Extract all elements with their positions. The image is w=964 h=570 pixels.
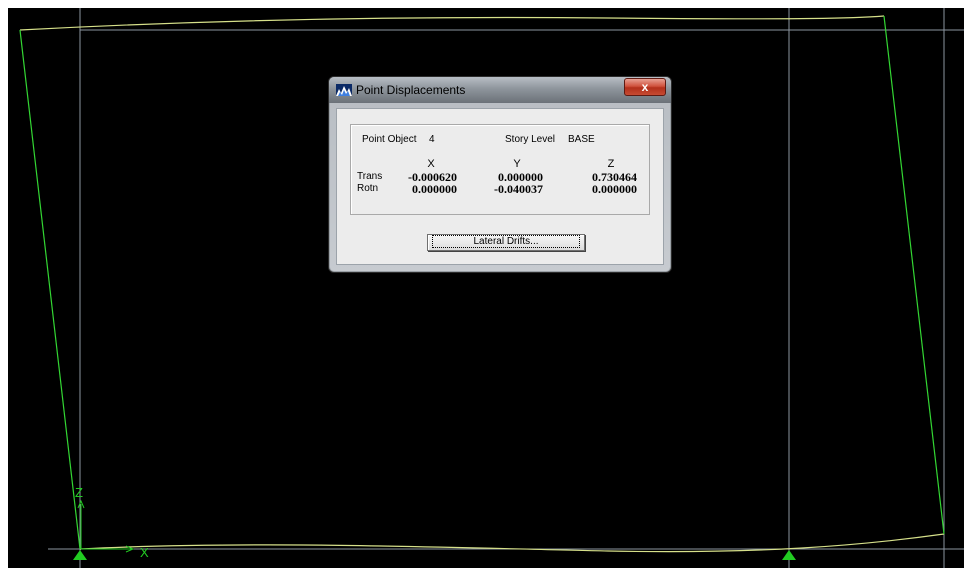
rotn-z-value: 0.000000 bbox=[592, 182, 637, 196]
trans-row-label: Trans bbox=[357, 171, 383, 182]
deformed-left-column bbox=[19, 29, 81, 550]
point-object-label: Point Object bbox=[362, 134, 417, 145]
dialog-title: Point Displacements bbox=[356, 83, 466, 97]
rotn-y-value: -0.040037 bbox=[494, 182, 543, 196]
dialog-body: Point Object 4 Story Level BASE X Y Z Tr… bbox=[336, 108, 664, 265]
lateral-drifts-button[interactable]: Lateral Drifts... bbox=[427, 234, 585, 251]
z-axis-label: Z bbox=[75, 485, 83, 500]
story-level-label: Story Level bbox=[505, 134, 556, 145]
column-header-x: X bbox=[427, 158, 435, 170]
displacement-group: Point Object 4 Story Level BASE X Y Z Tr… bbox=[350, 124, 650, 215]
x-axis-label: X bbox=[140, 545, 149, 560]
support-right-icon[interactable] bbox=[782, 550, 796, 560]
rotn-x-value: 0.000000 bbox=[412, 182, 457, 196]
rotn-row-label: Rotn bbox=[357, 183, 379, 194]
deformed-top-beam bbox=[19, 15, 885, 31]
close-icon: x bbox=[641, 80, 649, 94]
close-button[interactable]: x bbox=[624, 78, 666, 96]
column-header-z: Z bbox=[607, 158, 615, 170]
deformed-right-column bbox=[883, 15, 945, 535]
mountain-chart-icon bbox=[336, 84, 352, 96]
column-header-y: Y bbox=[513, 158, 521, 170]
point-displacements-dialog[interactable]: Point Displacements x Point Object 4 Sto… bbox=[328, 76, 672, 273]
lateral-drifts-label: Lateral Drifts... bbox=[432, 235, 580, 248]
support-left-icon[interactable] bbox=[73, 550, 87, 560]
story-level-value: BASE bbox=[568, 134, 595, 145]
point-object-value: 4 bbox=[429, 134, 435, 145]
dialog-titlebar[interactable]: Point Displacements x bbox=[329, 77, 671, 103]
